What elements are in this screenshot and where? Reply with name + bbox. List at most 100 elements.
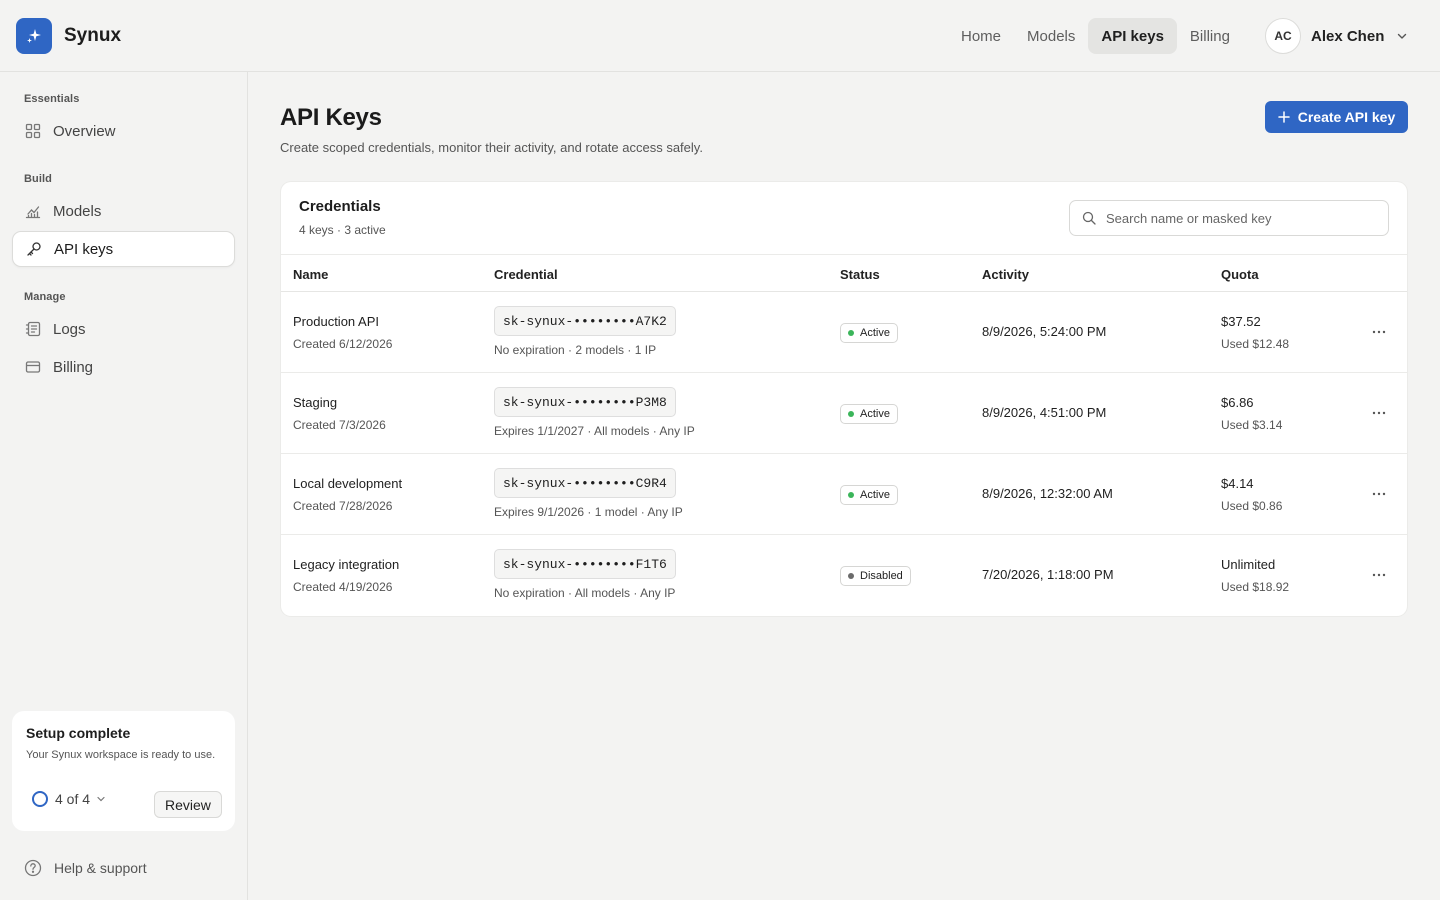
nav-models[interactable]: Models [1014,18,1088,54]
quota-used: Used $12.48 [1221,337,1290,351]
chevron-down-icon[interactable] [1396,30,1408,42]
chevron-down-icon [96,794,106,804]
quota-remaining: $6.86 [1221,395,1254,410]
key-name: Staging [293,395,338,410]
credentials-meta: 4 keys · 3 active [299,223,386,237]
sidebar-item-api-keys[interactable]: API keys [12,231,235,267]
credentials-card: Credentials 4 keys · 3 active Name Crede… [281,182,1407,616]
search-box[interactable] [1069,200,1389,236]
help-support-link[interactable]: Help & support [24,859,147,877]
more-options-icon[interactable] [1369,565,1389,585]
section-label-manage: Manage [24,291,66,303]
help-label: Help & support [54,860,147,876]
page-title: API Keys [280,104,382,131]
nav-home[interactable]: Home [948,18,1014,54]
key-icon [26,241,42,257]
last-activity: 8/9/2026, 4:51:00 PM [982,405,1107,420]
brand-name[interactable]: Synux [64,25,121,47]
nav-billing[interactable]: Billing [1177,18,1243,54]
user-name[interactable]: Alex Chen [1311,28,1384,45]
sidebar-item-logs[interactable]: Logs [12,311,235,347]
masked-key[interactable]: sk-synux-••••••••C9R4 [494,468,676,498]
table-row[interactable]: Local development Created 7/28/2026 sk-s… [281,454,1407,535]
last-activity: 7/20/2026, 1:18:00 PM [982,567,1114,582]
more-options-icon[interactable] [1369,403,1389,423]
section-label-build: Build [24,173,52,185]
quota-used: Used $18.92 [1221,580,1290,594]
sidebar-item-label: Models [53,202,102,220]
column-header-credential[interactable]: Credential [494,267,558,282]
column-header-activity[interactable]: Activity [982,267,1029,282]
key-meta: Expires 9/1/2026 · 1 model · Any IP [494,505,683,519]
help-icon [24,859,42,877]
logs-icon [25,321,41,337]
grid-icon [25,123,41,139]
card-icon [25,359,41,375]
status-dot-icon [848,411,854,417]
sidebar: Essentials Overview Build Models API key… [0,72,248,900]
key-name: Legacy integration [293,557,400,572]
key-name: Production API [293,314,379,329]
key-meta: No expiration · 2 models · 1 IP [494,343,657,357]
key-created: Created 7/3/2026 [293,418,386,432]
table-row[interactable]: Legacy integration Created 4/19/2026 sk-… [281,535,1407,616]
create-api-key-button[interactable]: Create API key [1265,101,1408,133]
table-header: Name Credential Status Activity Quota [281,254,1407,292]
page-subtitle: Create scoped credentials, monitor their… [280,140,703,155]
sidebar-item-billing[interactable]: Billing [12,349,235,385]
sidebar-item-label: API keys [54,240,114,258]
user-menu[interactable]: AC Alex Chen [1265,18,1408,54]
key-created: Created 7/28/2026 [293,499,393,513]
key-created: Created 4/19/2026 [293,580,393,594]
create-api-key-label: Create API key [1297,109,1396,125]
plus-icon [1277,111,1290,123]
status-badge: Active [840,323,898,343]
sidebar-item-label: Logs [53,320,86,338]
status-label: Disabled [860,570,903,582]
credentials-title: Credentials [299,198,381,215]
sparkle-icon[interactable] [16,18,52,54]
setup-progress: 4 of 4 [55,791,91,807]
setup-description: Your Synux workspace is ready to use. [26,749,216,761]
column-header-name[interactable]: Name [293,267,328,282]
status-dot-icon [848,573,854,579]
avatar[interactable]: AC [1265,18,1301,54]
masked-key[interactable]: sk-synux-••••••••F1T6 [494,549,676,579]
key-meta: No expiration · All models · Any IP [494,586,676,600]
sidebar-item-label: Billing [53,358,94,376]
search-input[interactable] [1106,210,1366,226]
quota-remaining: $4.14 [1221,476,1254,491]
section-label-essentials: Essentials [24,93,80,105]
sidebar-item-label: Overview [53,122,116,140]
last-activity: 8/9/2026, 5:24:00 PM [982,324,1107,339]
key-meta: Expires 1/1/2027 · All models · Any IP [494,424,695,438]
table-row[interactable]: Staging Created 7/3/2026 sk-synux-••••••… [281,373,1407,454]
masked-key[interactable]: sk-synux-••••••••A7K2 [494,306,676,336]
quota-remaining: $37.52 [1221,314,1261,329]
last-activity: 8/9/2026, 12:32:00 AM [982,486,1113,501]
more-options-icon[interactable] [1369,484,1389,504]
sidebar-item-models[interactable]: Models [12,193,235,229]
quota-remaining: Unlimited [1221,557,1276,572]
status-label: Active [860,327,890,339]
masked-key[interactable]: sk-synux-••••••••P3M8 [494,387,676,417]
chart-icon [25,203,41,219]
status-label: Active [860,489,890,501]
status-badge: Active [840,404,898,424]
key-name: Local development [293,476,403,491]
more-options-icon[interactable] [1369,322,1389,342]
column-header-status[interactable]: Status [840,267,880,282]
status-badge: Active [840,485,898,505]
key-created: Created 6/12/2026 [293,337,393,351]
status-dot-icon [848,492,854,498]
status-badge: Disabled [840,566,911,586]
search-icon [1082,211,1096,225]
progress-ring-icon [32,791,48,807]
nav-api-keys[interactable]: API keys [1088,18,1177,54]
quota-used: Used $0.86 [1221,499,1283,513]
column-header-quota[interactable]: Quota [1221,267,1259,282]
review-button[interactable]: Review [154,791,222,818]
sidebar-item-overview[interactable]: Overview [12,113,235,149]
quota-used: Used $3.14 [1221,418,1283,432]
table-row[interactable]: Production API Created 6/12/2026 sk-synu… [281,292,1407,373]
